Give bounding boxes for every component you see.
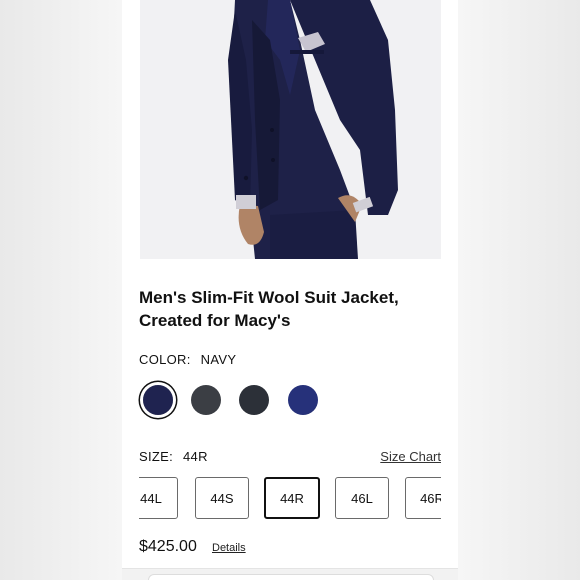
- size-option-46l[interactable]: 46L: [335, 477, 389, 519]
- price-details-link[interactable]: Details: [212, 542, 246, 554]
- price: $425.00: [139, 538, 197, 555]
- size-option-44s[interactable]: 44S: [195, 477, 249, 519]
- size-option-46r[interactable]: 46R: [405, 477, 441, 519]
- size-option-44l[interactable]: 44L: [139, 477, 178, 519]
- background-right: [458, 0, 580, 580]
- background-left: [0, 0, 122, 580]
- product-card: Men's Slim-Fit Wool Suit Jacket, Created…: [122, 0, 458, 580]
- size-option-44r[interactable]: 44R: [264, 477, 320, 519]
- size-options-scroller[interactable]: 44L 44S 44R 46L 46R: [139, 0, 441, 580]
- bottom-sheet-handle[interactable]: [148, 574, 434, 580]
